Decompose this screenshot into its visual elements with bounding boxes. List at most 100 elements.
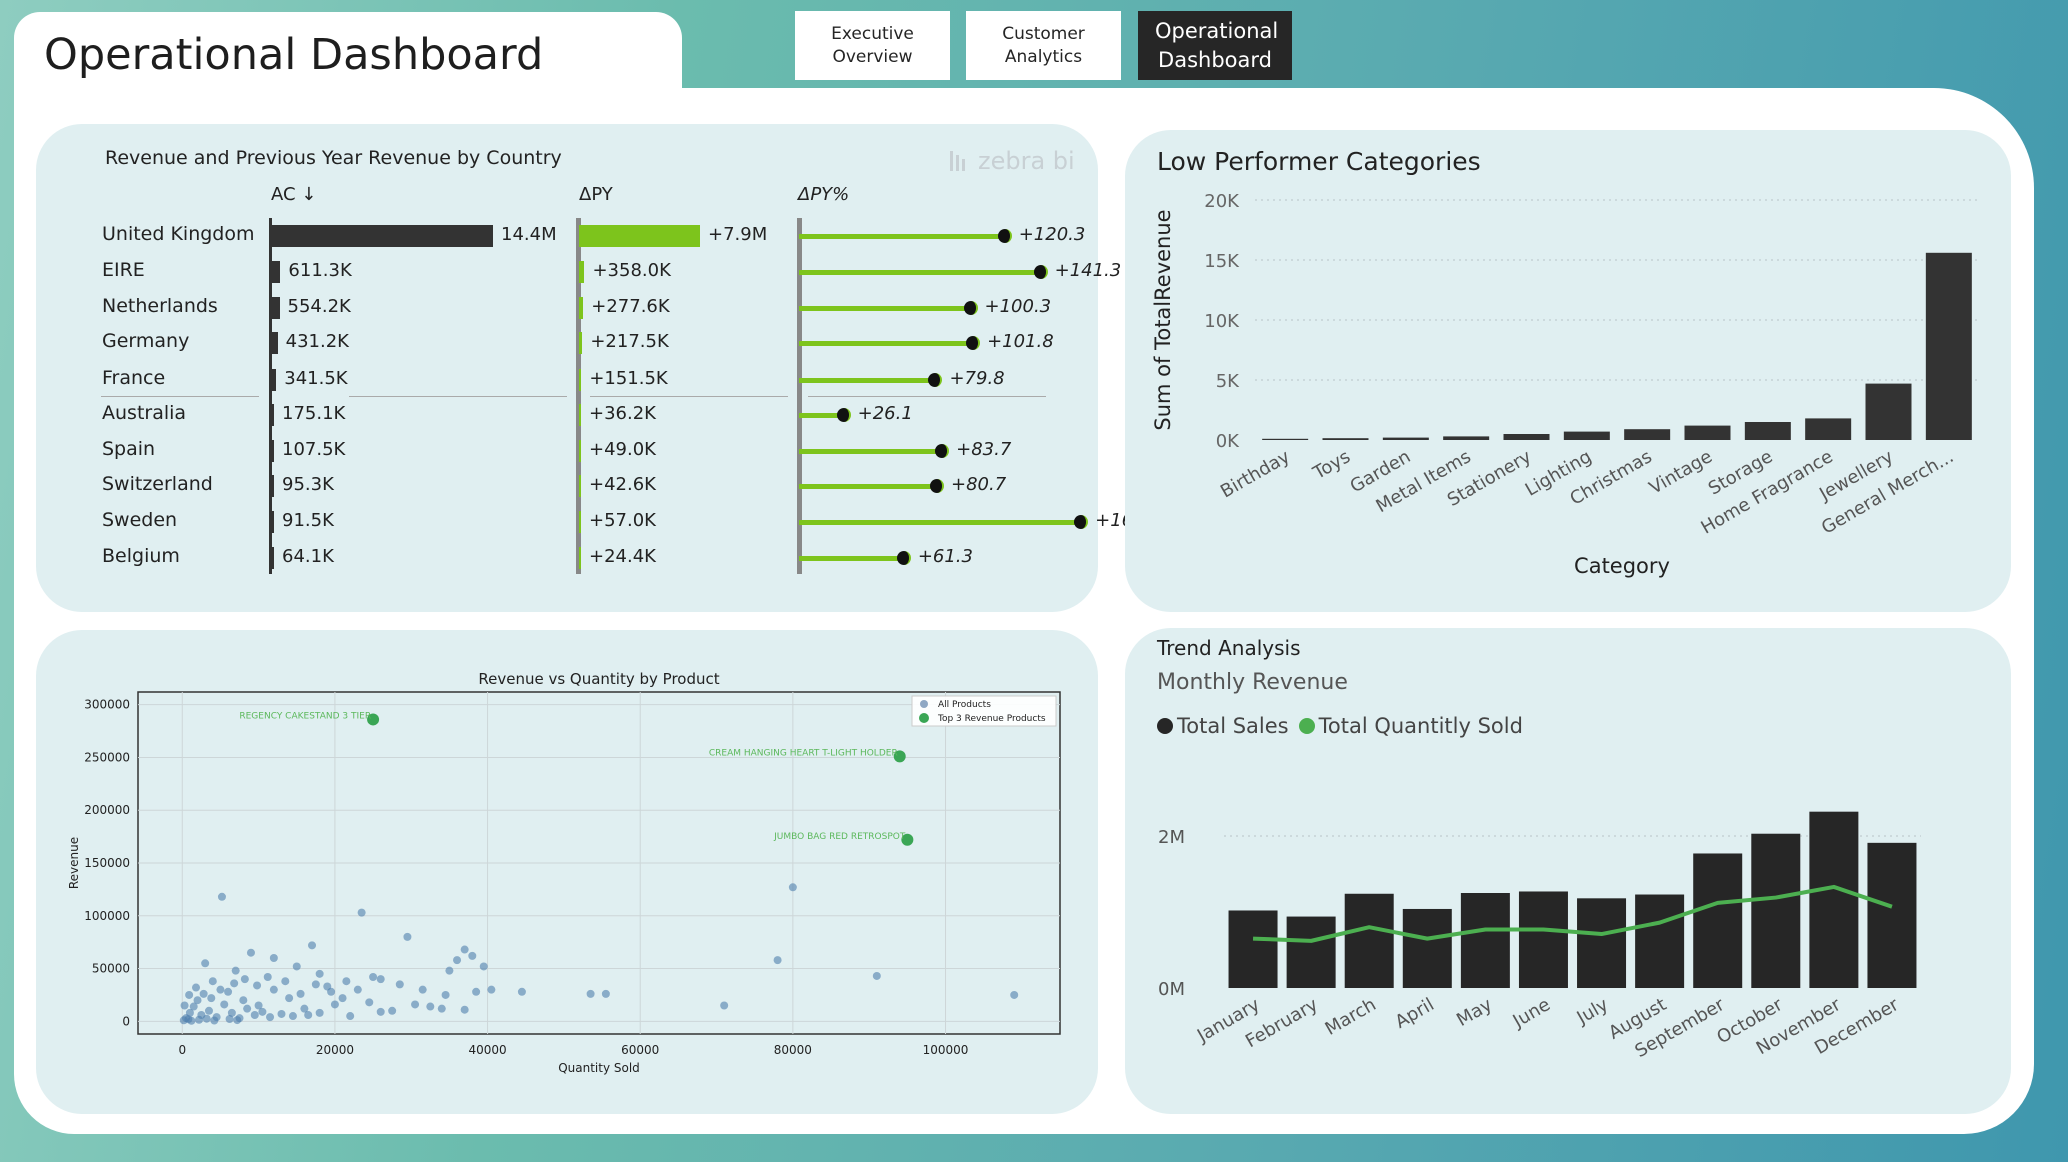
ac-value: 611.3K — [288, 260, 352, 281]
y-tick-label: 0 — [122, 1014, 130, 1028]
x-tick-label: 0 — [178, 1043, 186, 1057]
product-point — [246, 948, 255, 957]
pct-value: +120.3 — [1018, 224, 1086, 245]
scatter-title: Revenue vs Quantity by Product — [478, 670, 719, 688]
product-point — [338, 994, 347, 1003]
product-point — [376, 1007, 385, 1016]
header-dpy: ΔPY — [579, 184, 613, 205]
product-point — [224, 987, 233, 996]
ac-value: 14.4M — [501, 224, 557, 245]
product-point — [346, 1012, 355, 1021]
header-ac: AC ↓ — [271, 184, 317, 205]
x-axis-title: Category — [1574, 554, 1670, 578]
tab-operational-dashboard[interactable]: Operational Dashboard — [1138, 11, 1292, 80]
product-point — [207, 994, 216, 1003]
y-tick-label: 20K — [1204, 191, 1240, 212]
monthly-sales-bar — [1867, 842, 1917, 988]
product-point — [239, 996, 248, 1005]
product-point — [426, 1002, 435, 1011]
product-point — [472, 987, 481, 996]
product-point — [586, 989, 595, 998]
zebra-bi-logo: zebra bi — [948, 147, 1075, 175]
product-point — [601, 989, 610, 998]
monthly-sales-bar — [1460, 893, 1510, 988]
product-point — [353, 985, 362, 994]
country-label: EIRE — [102, 259, 145, 281]
pct-lollipop-head — [836, 408, 851, 422]
country-revenue-panel — [36, 124, 1098, 612]
dpy-value: +7.9M — [708, 224, 768, 245]
country-label: France — [102, 367, 166, 389]
legend-top-products: Top 3 Revenue Products — [937, 714, 1046, 724]
product-point — [258, 1007, 267, 1016]
dpy-value: +277.6K — [591, 296, 670, 317]
product-point — [187, 1016, 196, 1025]
monthly-sales-bar — [1635, 894, 1685, 988]
product-point — [202, 1014, 211, 1023]
top5-separator — [349, 396, 567, 397]
pct-value: +101.8 — [987, 331, 1054, 352]
dpy-value: +24.4K — [589, 546, 656, 567]
product-point — [479, 962, 488, 971]
product-point — [788, 883, 797, 892]
ac-value: 431.2K — [285, 331, 349, 352]
category-bar — [1382, 437, 1429, 440]
product-point — [460, 1005, 469, 1014]
category-bar — [1744, 422, 1791, 440]
product-point — [281, 977, 290, 986]
country-label: Germany — [102, 330, 190, 352]
pct-lollipop-stem — [799, 306, 971, 311]
month-label: March — [1322, 994, 1380, 1040]
dpy-bar — [579, 261, 585, 283]
product-point — [445, 966, 454, 975]
pct-value: +100.3 — [984, 296, 1052, 317]
y-tick-label: 5K — [1216, 371, 1240, 392]
pct-value: +141.3 — [1054, 260, 1122, 281]
product-point — [208, 977, 217, 986]
pct-lollipop-stem — [799, 520, 1082, 525]
y-tick-label: 200000 — [84, 803, 130, 817]
monthly-sales-bar — [1344, 893, 1394, 988]
tab-executive-overview[interactable]: Executive Overview — [795, 11, 950, 80]
product-point — [418, 985, 427, 994]
pct-lollipop-stem — [799, 484, 937, 489]
tab-customer-analytics[interactable]: Customer Analytics — [966, 11, 1121, 80]
ac-bar — [271, 475, 274, 497]
dpy-bar — [579, 297, 584, 319]
product-point — [216, 985, 225, 994]
category-bar — [1563, 431, 1610, 440]
product-point — [388, 1006, 397, 1015]
monthly-sales-bar — [1518, 891, 1568, 988]
product-point — [189, 1002, 198, 1011]
tab-operational-dashboard-label: Operational Dashboard — [1155, 19, 1279, 72]
pct-lollipop-head — [997, 229, 1012, 243]
pct-lollipop-stem — [799, 556, 904, 561]
monthly-sales-bar — [1693, 853, 1743, 988]
monthly-sales-bar — [1402, 908, 1452, 988]
ac-bar — [271, 369, 277, 391]
product-point — [210, 1016, 219, 1025]
monthly-sales-bar — [1228, 910, 1278, 988]
category-bar — [1443, 436, 1490, 440]
product-point — [311, 980, 320, 989]
top-product-label: JUMBO BAG RED RETROSPOT — [773, 832, 906, 842]
top-product-label: REGENCY CAKESTAND 3 TIER — [239, 711, 371, 721]
dpy-bar — [579, 332, 583, 354]
dpy-value: +217.5K — [590, 331, 669, 352]
dpy-bar — [579, 475, 581, 497]
product-point — [201, 959, 210, 968]
product-point — [230, 979, 239, 988]
ac-bar — [271, 225, 493, 247]
pct-lollipop-head — [1033, 265, 1048, 279]
ac-bar — [271, 440, 274, 462]
dpy-bar — [579, 440, 581, 462]
product-point — [369, 973, 378, 981]
product-point — [441, 990, 450, 999]
product-point — [357, 908, 366, 917]
pct-value: +61.3 — [917, 546, 973, 567]
country-label: United Kingdom — [102, 223, 255, 245]
dpy-bar — [579, 404, 581, 426]
ac-bar — [271, 547, 274, 569]
category-bar — [1925, 252, 1972, 440]
y-tick-label: 15K — [1204, 251, 1240, 272]
